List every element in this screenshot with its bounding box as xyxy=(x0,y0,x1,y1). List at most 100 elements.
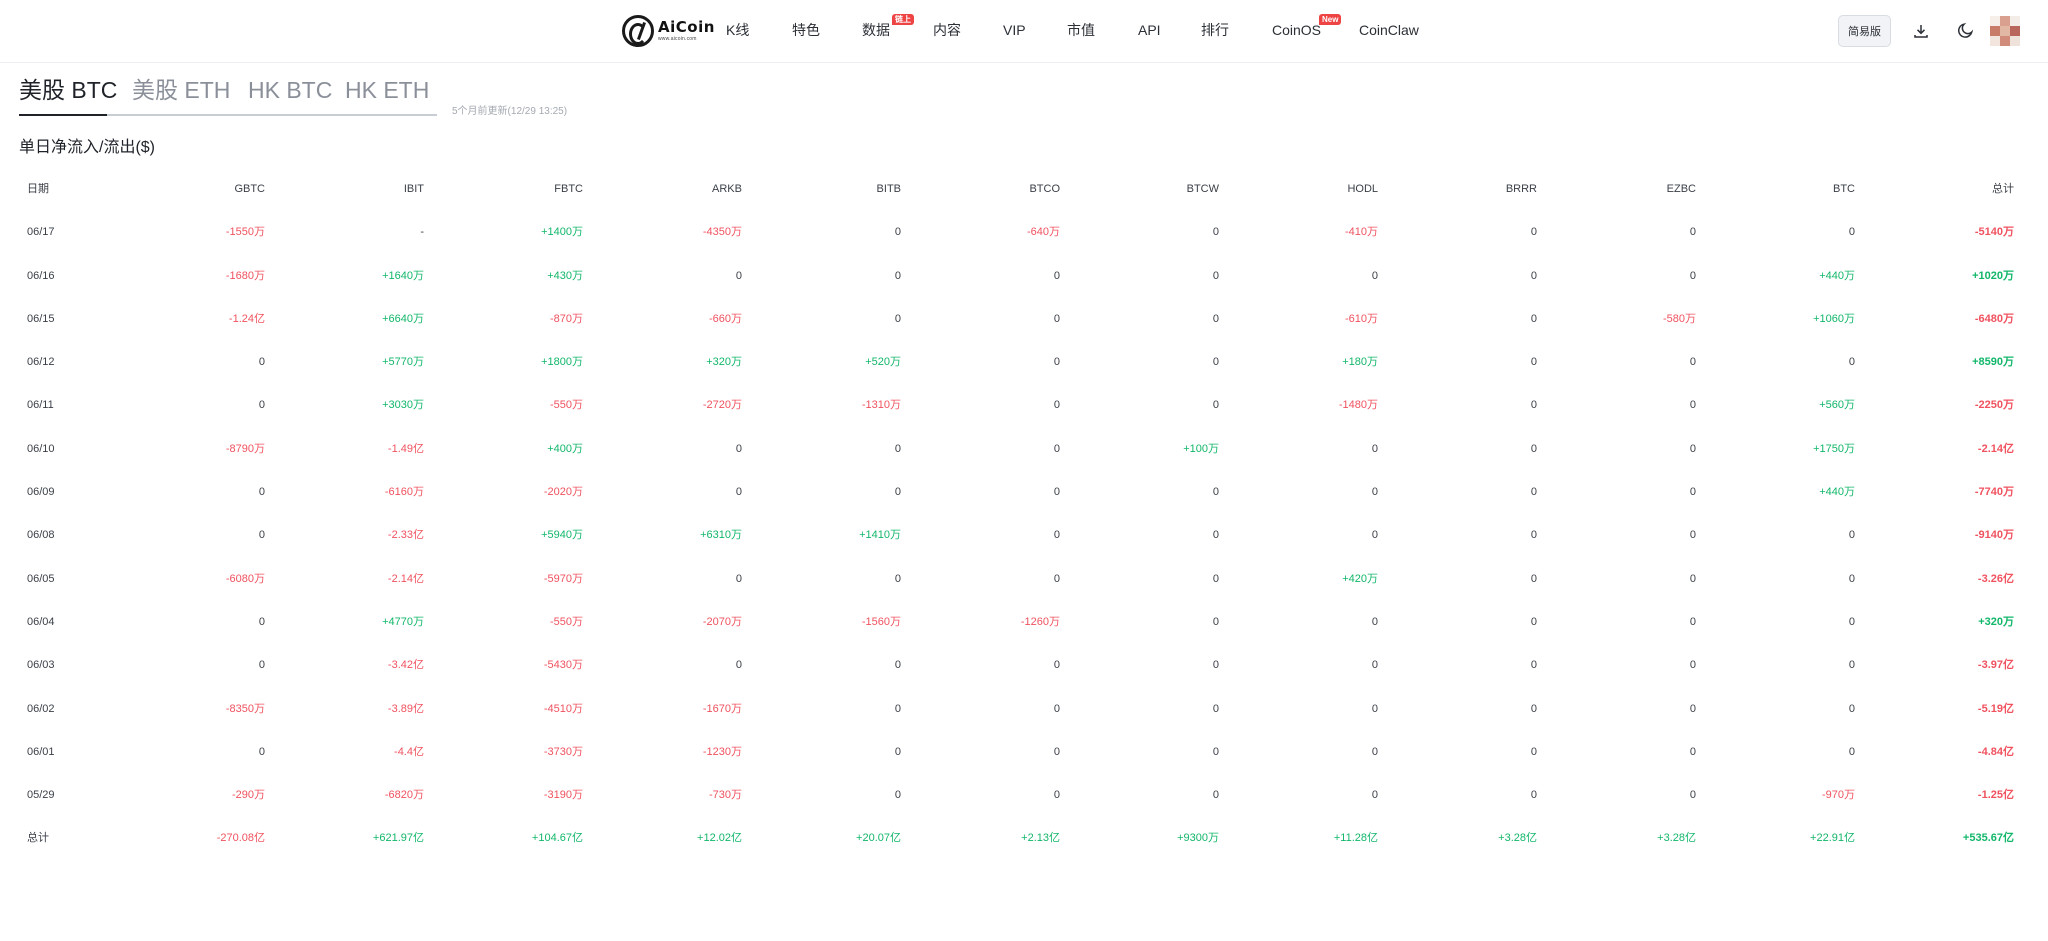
flow-cell: 0 xyxy=(1689,226,1696,239)
flow-cell: 0 xyxy=(1689,789,1696,802)
nav-item-9[interactable]: CoinClaw xyxy=(1359,21,1419,39)
tab-hk-eth[interactable]: HK ETH xyxy=(345,76,429,104)
flow-cell: +535.67亿 xyxy=(1962,832,2014,845)
nav-item-label: 内容 xyxy=(933,22,961,38)
flow-cell: -3730万 xyxy=(543,745,583,758)
nav-item-0[interactable]: K线 xyxy=(726,21,749,39)
flow-cell: 0 xyxy=(735,486,742,499)
user-avatar[interactable] xyxy=(1990,16,2020,46)
column-header: HODL xyxy=(1347,183,1378,195)
flow-cell: -970万 xyxy=(1821,789,1855,802)
table-row: 05/29 -290万 -6820万 -3190万 -730万 0 0 0 0 0 0 -970万 -1… xyxy=(19,774,2021,817)
download-icon[interactable] xyxy=(1909,19,1933,43)
flow-cell: 0 xyxy=(1212,745,1219,758)
flow-cell: +6640万 xyxy=(382,312,424,325)
flow-cell: -270.08亿 xyxy=(216,832,265,845)
tab-us-eth[interactable]: 美股 ETH xyxy=(132,76,230,104)
flow-cell: +1640万 xyxy=(382,269,424,282)
flow-cell: -7740万 xyxy=(1974,486,2014,499)
flow-cell: -730万 xyxy=(708,789,742,802)
column-header: BITB xyxy=(876,183,901,195)
flow-cell: 0 xyxy=(1689,442,1696,455)
flow-cell: 0 xyxy=(1530,399,1537,412)
date-cell: 06/03 xyxy=(27,659,55,672)
date-cell: 06/01 xyxy=(27,745,55,758)
flow-cell: -550万 xyxy=(549,615,583,628)
flow-cell: +400万 xyxy=(547,442,583,455)
flow-cell: 0 xyxy=(1848,529,1855,542)
flow-cell: 0 xyxy=(1689,356,1696,369)
flow-cell: 0 xyxy=(1053,486,1060,499)
flow-cell: +180万 xyxy=(1342,356,1378,369)
flow-cell: -2250万 xyxy=(1974,399,2014,412)
flow-cell: +2.13亿 xyxy=(1021,832,1060,845)
section-title: 单日净流入/流出($) xyxy=(19,139,156,156)
nav-item-1[interactable]: 特色 xyxy=(792,21,820,39)
table-row: 06/04 0 +4770万 -550万 -2070万 -1560万 -1260万 0 0 0 0 0… xyxy=(19,601,2021,644)
flow-cell: -2070万 xyxy=(702,615,742,628)
flow-cell: 0 xyxy=(1212,702,1219,715)
nav-item-7[interactable]: 排行 xyxy=(1201,21,1229,39)
nav-item-label: CoinOS xyxy=(1272,22,1322,38)
flow-cell: -660万 xyxy=(708,312,742,325)
flow-cell: +4770万 xyxy=(382,615,424,628)
flow-cell: +430万 xyxy=(547,269,583,282)
flow-cell: 0 xyxy=(1848,702,1855,715)
flow-cell: +20.07亿 xyxy=(856,832,901,845)
nav-item-6[interactable]: API xyxy=(1138,21,1161,39)
table-row: 06/08 0 -2.33亿 +5940万 +6310万 +1410万 0 0 0 0 0 0 -914… xyxy=(19,514,2021,557)
flow-cell: -1.24亿 xyxy=(228,312,265,325)
column-header: EZBC xyxy=(1666,183,1696,195)
nav-item-8[interactable]: CoinOS New xyxy=(1272,14,1342,39)
flow-cell: 0 xyxy=(1053,312,1060,325)
flow-cell: 0 xyxy=(1371,659,1378,672)
flow-cell: 0 xyxy=(1689,572,1696,585)
flow-cell: 0 xyxy=(1053,356,1060,369)
tab-hk-btc[interactable]: HK BTC xyxy=(248,76,332,104)
flow-cell: -1.49亿 xyxy=(387,442,424,455)
market-tabs: 美股 BTC 美股 ETH HK BTC HK ETH xyxy=(19,72,437,116)
flow-cell: +104.67亿 xyxy=(531,832,583,845)
table-row: 06/12 0 +5770万 +1800万 +320万 +520万 0 0 +180万 0 0 0 +8… xyxy=(19,341,2021,384)
flow-cell: 0 xyxy=(258,659,265,672)
flow-cell: 0 xyxy=(735,442,742,455)
flow-cell: +9300万 xyxy=(1177,832,1219,845)
flow-cell: 0 xyxy=(1371,745,1378,758)
date-cell: 05/29 xyxy=(27,789,55,802)
flow-cell: +100万 xyxy=(1183,442,1219,455)
flow-cell: +1410万 xyxy=(859,529,901,542)
table-row: 06/16 -1680万 +1640万 +430万 0 0 0 0 0 0 0 +440万 +1020万 xyxy=(19,255,2021,298)
flow-cell: -8790万 xyxy=(225,442,265,455)
flow-cell: 0 xyxy=(1689,702,1696,715)
nav-item-3[interactable]: 内容 xyxy=(933,21,961,39)
flow-cell: -640万 xyxy=(1026,226,1060,239)
nav-item-4[interactable]: VIP xyxy=(1003,21,1026,39)
flow-cell: -1560万 xyxy=(861,615,901,628)
tab-us-btc[interactable]: 美股 BTC xyxy=(19,76,117,104)
flow-cell: -580万 xyxy=(1662,312,1696,325)
flow-cell: 0 xyxy=(1689,745,1696,758)
flow-cell: +3.28亿 xyxy=(1498,832,1537,845)
flow-cell: 0 xyxy=(1848,572,1855,585)
flow-cell: 0 xyxy=(1212,312,1219,325)
flow-cell: 0 xyxy=(1212,789,1219,802)
flow-cell: -6480万 xyxy=(1974,312,2014,325)
flow-cell: 0 xyxy=(894,226,901,239)
nav-item-5[interactable]: 市值 xyxy=(1067,21,1095,39)
flow-cell: -4350万 xyxy=(702,226,742,239)
nav-item-2[interactable]: 数据 链上 xyxy=(862,14,914,39)
flow-cell: +320万 xyxy=(1978,615,2014,628)
simple-mode-button[interactable]: 简易版 xyxy=(1838,15,1891,47)
flow-cell: -2020万 xyxy=(543,486,583,499)
flow-cell: 0 xyxy=(1530,529,1537,542)
flow-cell: -1550万 xyxy=(225,226,265,239)
flow-cell: 0 xyxy=(1212,615,1219,628)
table-row: 06/11 0 +3030万 -550万 -2720万 -1310万 0 0 -1480万 0 0 +… xyxy=(19,384,2021,427)
flow-cell: -1680万 xyxy=(225,269,265,282)
flow-cell: 0 xyxy=(1053,442,1060,455)
flow-cell: -610万 xyxy=(1344,312,1378,325)
flow-cell: -3.97亿 xyxy=(1977,659,2014,672)
flow-cell: -9140万 xyxy=(1974,529,2014,542)
flow-cell: 0 xyxy=(1848,356,1855,369)
moon-icon[interactable] xyxy=(1954,19,1978,43)
